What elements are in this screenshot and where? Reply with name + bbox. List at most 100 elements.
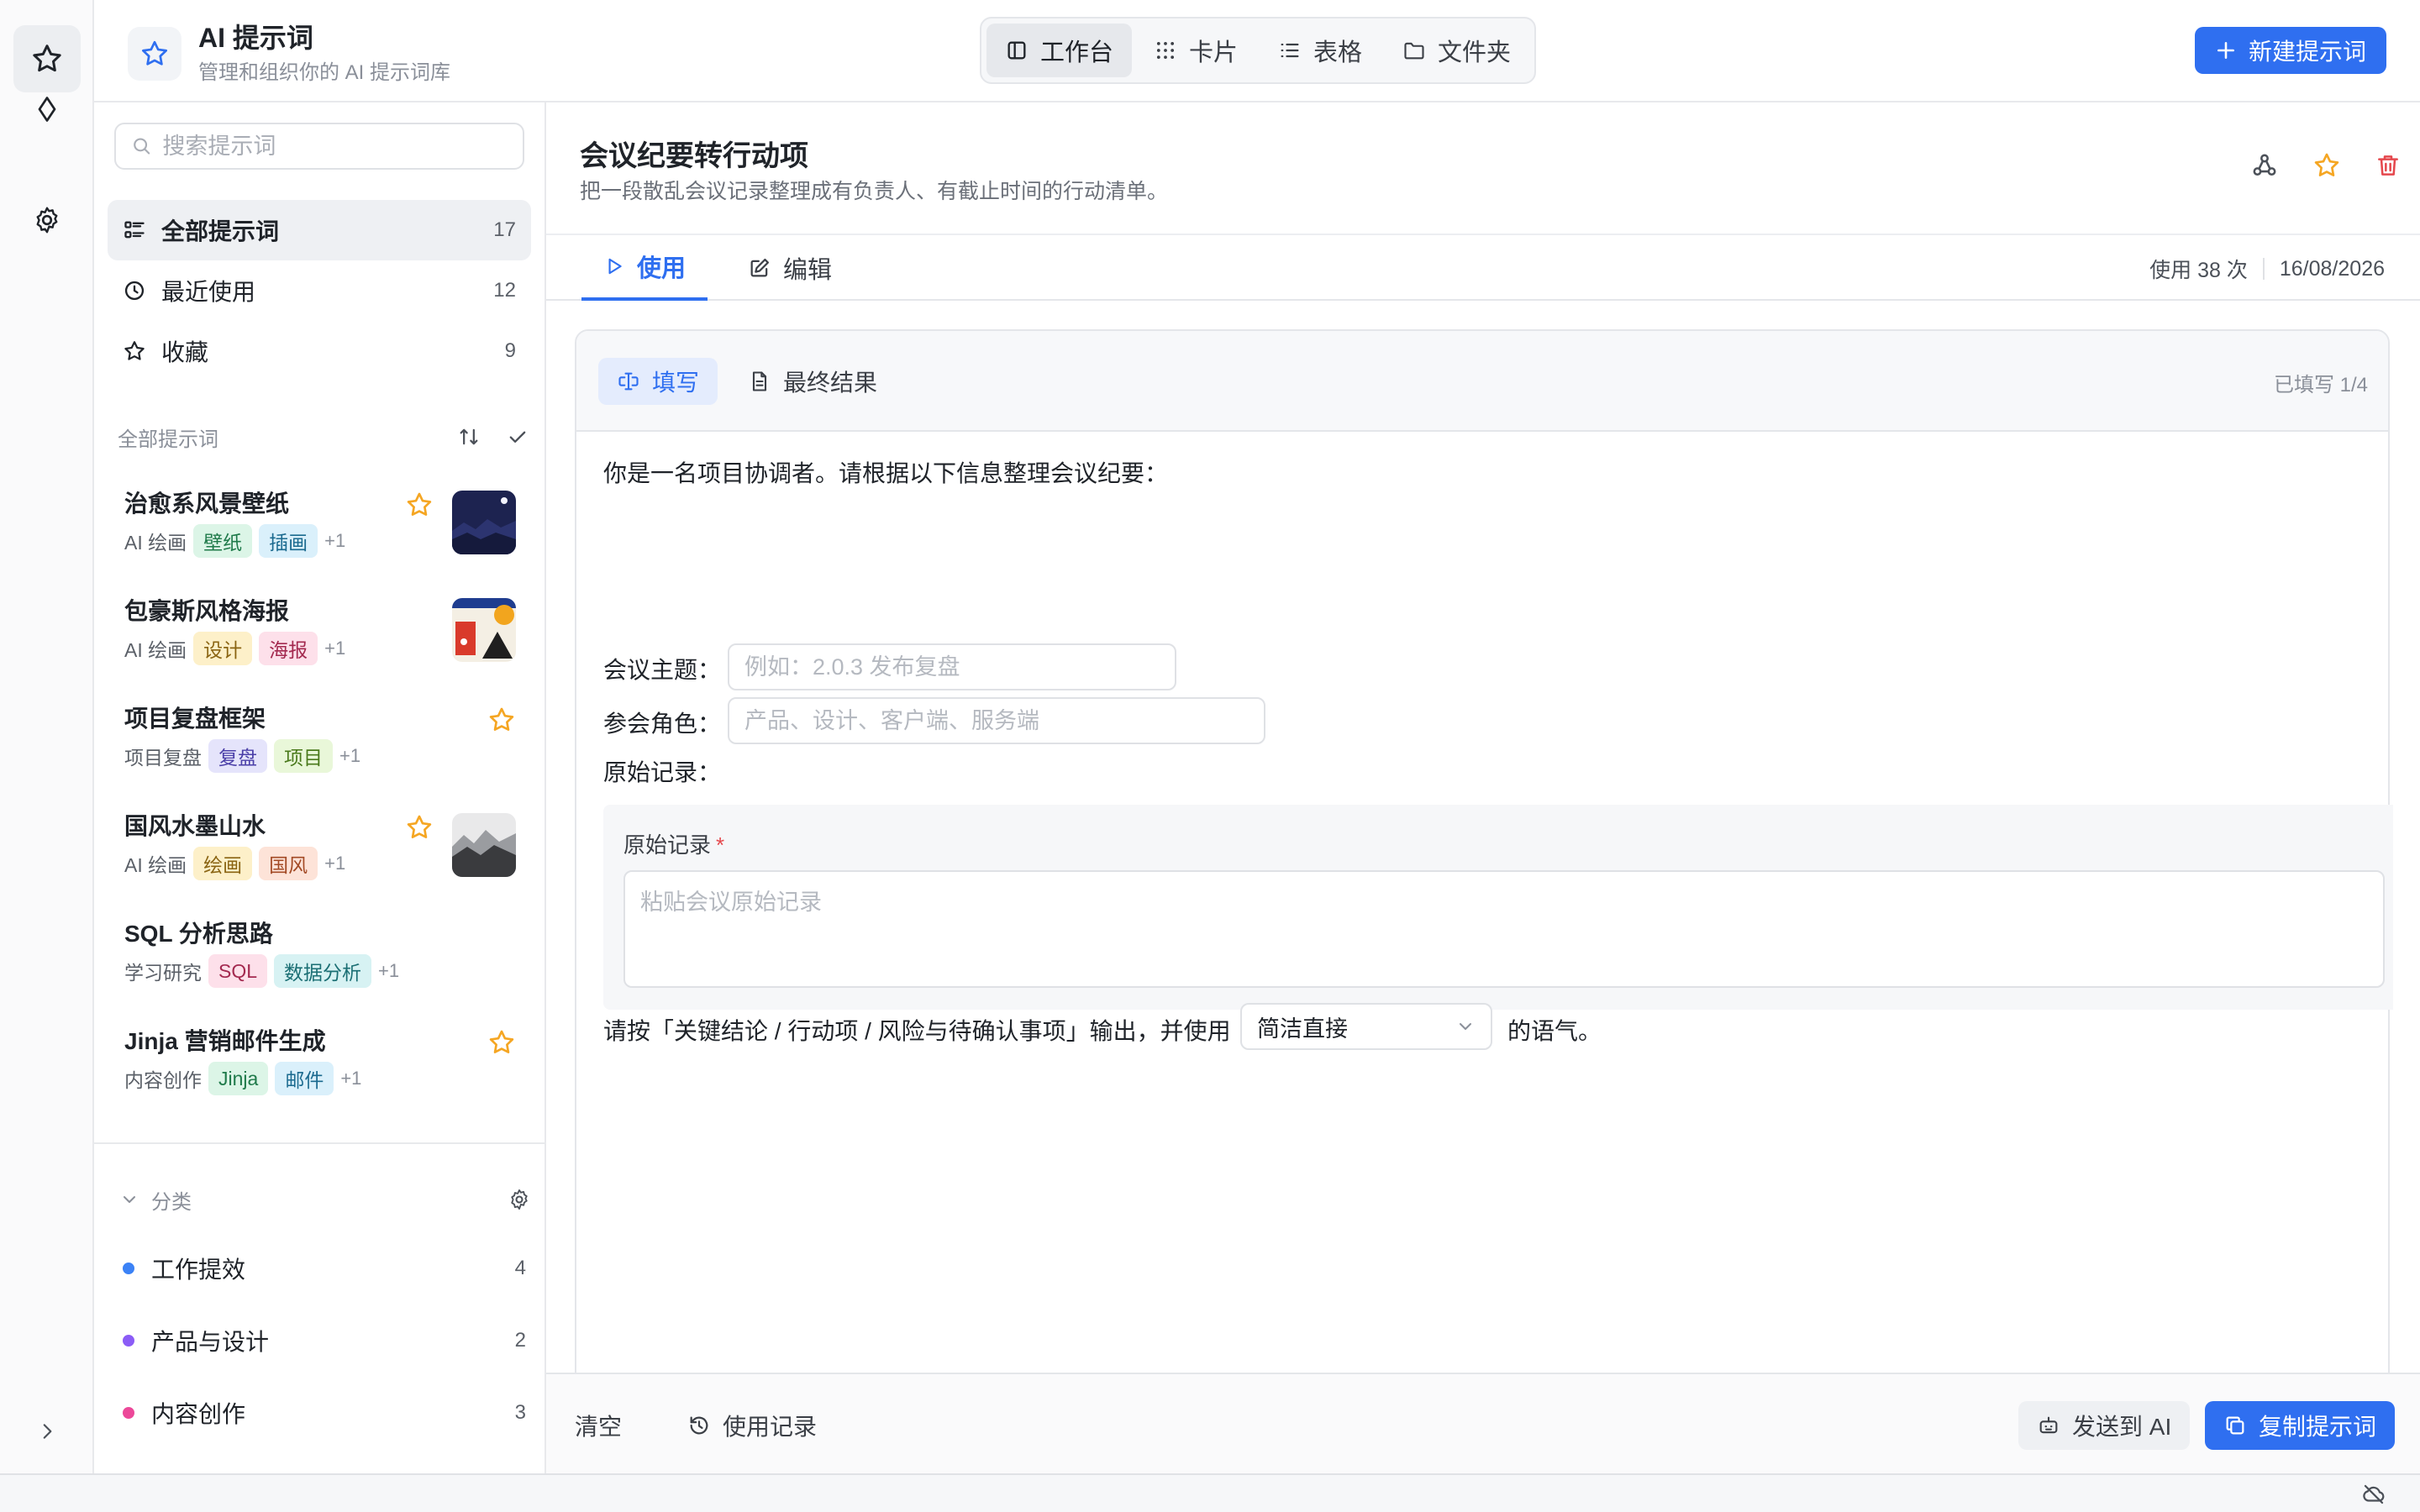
- status-bar: [0, 1473, 2420, 1512]
- new-prompt-label: 新建提示词: [2248, 39, 2366, 65]
- view-label: 工作台: [1040, 39, 1114, 66]
- prompt-title: SQL 分析思路: [124, 921, 273, 947]
- more-tags: +1: [324, 853, 346, 874]
- robot-icon: [2039, 1416, 2058, 1434]
- nav-favorites[interactable]: 收藏 9: [108, 321, 531, 381]
- prompt-category: 学习研究: [124, 962, 202, 984]
- search-box[interactable]: [114, 123, 524, 170]
- view-switcher: 工作台 卡片 表格 文件夹: [980, 17, 1536, 84]
- roles-input[interactable]: [728, 697, 1265, 744]
- view-workbench-button[interactable]: 工作台: [986, 24, 1132, 77]
- nav-all-prompts[interactable]: 全部提示词 17: [108, 200, 531, 260]
- settings-rail-button[interactable]: [13, 186, 81, 254]
- tab-use[interactable]: 使用: [581, 235, 708, 301]
- view-table-button[interactable]: 表格: [1260, 24, 1381, 77]
- output-instruction-suffix: 的语气。: [1507, 1018, 1602, 1044]
- tag: Jinja: [208, 1062, 269, 1095]
- icon-rail: [0, 0, 94, 1473]
- grid-icon: [1156, 41, 1175, 60]
- view-cards-button[interactable]: 卡片: [1135, 24, 1256, 77]
- app-subtitle: 管理和组织你的 AI 提示词库: [198, 61, 451, 84]
- thumbnail-bauhaus-poster: [452, 598, 516, 662]
- star-icon[interactable]: [405, 813, 434, 842]
- copy-label: 复制提示词: [2259, 1414, 2377, 1440]
- panel-icon: [1007, 41, 1026, 60]
- raw-record-field: 原始记录 *: [603, 805, 2393, 1010]
- new-prompt-button[interactable]: 新建提示词: [2195, 27, 2386, 74]
- star-icon[interactable]: [405, 491, 434, 519]
- star-icon[interactable]: [487, 706, 516, 734]
- tag: 邮件: [275, 1062, 334, 1095]
- more-tags: +1: [339, 745, 361, 766]
- expand-rail-button[interactable]: [13, 1398, 81, 1465]
- prompt-title: 包豪斯风格海报: [124, 598, 290, 624]
- category-label: 内容创作: [151, 1401, 246, 1427]
- copy-prompt-button[interactable]: 复制提示词: [2205, 1401, 2396, 1450]
- prompt-category: 项目复盘: [124, 747, 202, 769]
- prompt-list-header: 全部提示词: [118, 420, 529, 454]
- history-button[interactable]: 使用记录: [669, 1401, 835, 1450]
- usage-info: 使用 38 次 16/08/2026: [2149, 254, 2385, 284]
- prompt-card[interactable]: 治愈系风景壁纸 AI 绘画 壁纸 插画 +1: [111, 474, 531, 581]
- tone-select[interactable]: 简洁直接: [1240, 1003, 1492, 1050]
- tab-final-result[interactable]: 最终结果: [729, 358, 896, 405]
- tag: 国风: [259, 847, 318, 880]
- clear-button[interactable]: 清空: [556, 1401, 640, 1450]
- prompt-meta: 项目复盘 复盘 项目 +1: [124, 739, 360, 773]
- share-icon[interactable]: [2250, 151, 2279, 180]
- search-input[interactable]: [162, 133, 508, 160]
- output-instruction-prefix: 请按「关键结论 / 行动项 / 风险与待确认事项」输出，并使用: [603, 1018, 1231, 1044]
- prompt-card[interactable]: Jinja 营销邮件生成 内容创作 Jinja 邮件 +1: [111, 1011, 531, 1119]
- more-tags: +1: [340, 1068, 362, 1089]
- prompt-title: 会议纪要转行动项: [580, 140, 808, 172]
- tag: 绘画: [193, 847, 253, 880]
- star-icon[interactable]: [487, 1028, 516, 1057]
- view-label: 表格: [1313, 39, 1363, 66]
- thumbnail-night-landscape: [452, 491, 516, 554]
- more-tags: +1: [324, 530, 346, 551]
- prompt-card[interactable]: SQL 分析思路 学习研究 SQL 数据分析 +1: [111, 904, 531, 1011]
- category-item[interactable]: 内容创作 3: [123, 1391, 526, 1435]
- prompt-card[interactable]: 包豪斯风格海报 AI 绘画 设计 海报 +1: [111, 581, 531, 689]
- categories-header[interactable]: 分类: [119, 1183, 531, 1216]
- prompt-card[interactable]: 国风水墨山水 AI 绘画 绘画 国风 +1: [111, 796, 531, 904]
- tab-fill[interactable]: 填写: [598, 358, 718, 405]
- history-icon: [690, 1416, 708, 1435]
- view-folder-button[interactable]: 文件夹: [1384, 24, 1529, 77]
- models-rail-button[interactable]: [13, 42, 81, 122]
- sort-icon[interactable]: [457, 425, 481, 449]
- nav-count: 12: [493, 279, 516, 302]
- category-item[interactable]: 工作提效 4: [123, 1247, 526, 1290]
- text-cursor-icon: [618, 372, 639, 391]
- check-icon[interactable]: [506, 425, 529, 449]
- app-title: AI 提示词: [198, 23, 313, 53]
- nav-label: 最近使用: [161, 279, 256, 305]
- roles-label: 参会角色：: [603, 711, 722, 737]
- trash-icon[interactable]: [2375, 152, 2402, 179]
- view-label: 卡片: [1189, 39, 1239, 66]
- prompt-category: 内容创作: [124, 1069, 202, 1091]
- app-logo: [128, 27, 182, 81]
- category-item[interactable]: 产品与设计 2: [123, 1319, 526, 1362]
- prompt-meta: AI 绘画 绘画 国风 +1: [124, 847, 345, 880]
- tab-label: 使用: [637, 255, 687, 282]
- tag: SQL: [208, 954, 268, 988]
- send-to-ai-button[interactable]: 发送到 AI: [2018, 1401, 2191, 1450]
- tab-edit[interactable]: 编辑: [726, 235, 854, 301]
- raw-record-textarea[interactable]: [623, 870, 2385, 988]
- topic-input[interactable]: [728, 643, 1176, 690]
- cloud-off-icon[interactable]: [2361, 1482, 2386, 1507]
- prompt-title: Jinja 营销邮件生成: [124, 1028, 326, 1054]
- prompt-title: 治愈系风景壁纸: [124, 491, 290, 517]
- send-label: 发送到 AI: [2072, 1414, 2172, 1440]
- nav-recent[interactable]: 最近使用 12: [108, 260, 531, 321]
- prompt-category: AI 绘画: [124, 532, 187, 554]
- prompt-sidebar: 全部提示词 17 最近使用 12 收藏 9 全部提示词 治愈系风景壁纸 AI 绘…: [94, 102, 546, 1473]
- prompt-meta: AI 绘画 壁纸 插画 +1: [124, 524, 345, 558]
- prompt-card[interactable]: 项目复盘框架 项目复盘 复盘 项目 +1: [111, 689, 531, 796]
- prompt-title: 国风水墨山水: [124, 813, 266, 839]
- star-icon[interactable]: [2312, 151, 2341, 180]
- gear-icon[interactable]: [508, 1188, 531, 1211]
- tag: 复盘: [208, 739, 267, 773]
- prompt-detail: 会议纪要转行动项 把一段散乱会议记录整理成有负责人、有截止时间的行动清单。 使用…: [546, 102, 2420, 1473]
